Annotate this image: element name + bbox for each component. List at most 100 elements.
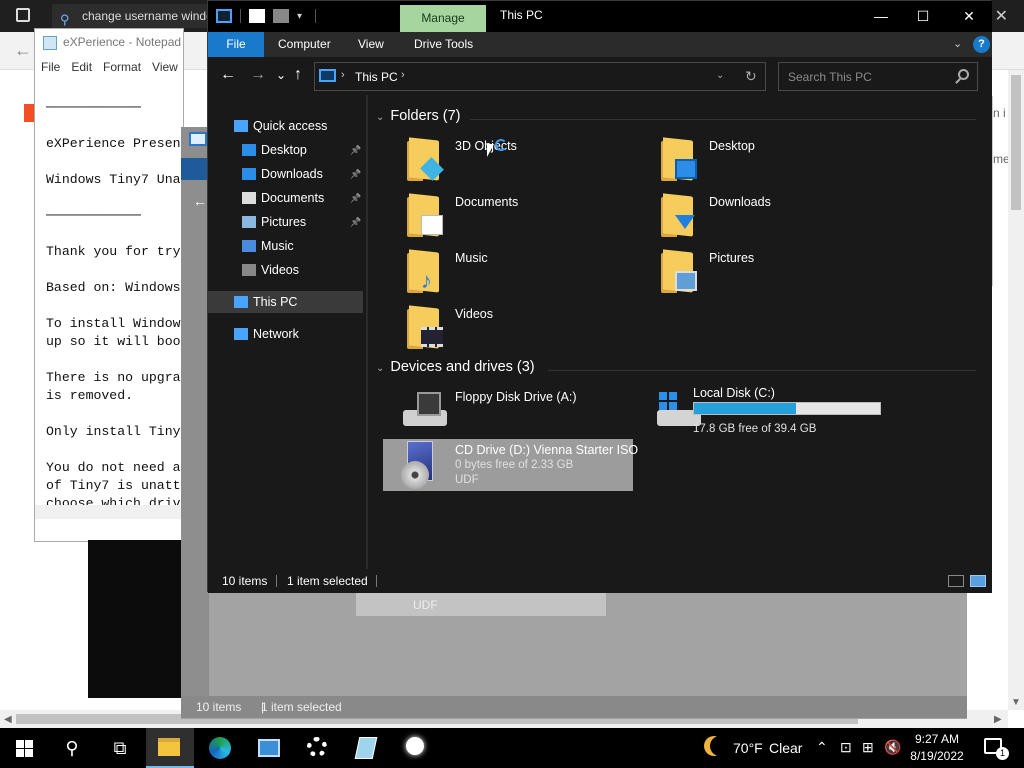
nav-item-downloads[interactable]: Downloads 📌 xyxy=(208,163,363,185)
folder-3d-objects[interactable]: 3D Objects xyxy=(383,131,633,183)
notepad-line: is removed. xyxy=(46,388,134,403)
scroll-right-arrow-icon[interactable]: ▶ xyxy=(994,714,1002,725)
address-chevron-end-icon[interactable]: › xyxy=(401,69,405,81)
folder-downloads[interactable]: Downloads xyxy=(637,187,887,239)
tab-view[interactable]: View xyxy=(358,32,384,57)
address-bar[interactable]: › This PC › ⌄ ↻ xyxy=(314,62,766,91)
content-scrollbar[interactable] xyxy=(986,95,992,569)
nav-item-music[interactable]: Music xyxy=(208,235,363,257)
notepad-hscrollbar[interactable] xyxy=(35,505,183,519)
camera-icon[interactable]: ⊡ xyxy=(840,739,852,756)
notepad-line xyxy=(46,351,181,369)
notepad-menubar: File Edit Format View H xyxy=(41,60,183,74)
search-icon[interactable] xyxy=(958,69,969,80)
pin-icon: 📌 xyxy=(350,169,362,179)
scroll-down-arrow-icon[interactable]: ▼ xyxy=(1011,697,1021,708)
customize-toolbar-icon[interactable]: ▾ xyxy=(297,11,307,22)
folder-pictures[interactable]: Pictures xyxy=(637,243,887,295)
weather-condition[interactable]: Clear xyxy=(769,740,802,756)
notepad-menu-file[interactable]: File xyxy=(41,60,60,74)
notepad-menu-view[interactable]: View xyxy=(152,60,178,74)
address-chevron-icon[interactable]: › xyxy=(341,69,345,81)
nav-item-pictures[interactable]: Pictures 📌 xyxy=(208,211,363,233)
nav-item-label: Documents xyxy=(261,191,325,205)
address-path[interactable]: This PC xyxy=(355,70,398,84)
help-icon[interactable]: ? xyxy=(973,36,990,53)
ghost-statusbar: 10 items | 1 item selected xyxy=(181,696,967,718)
address-dropdown-icon[interactable]: ⌄ xyxy=(716,70,724,81)
search-placeholder[interactable]: Search This PC xyxy=(788,70,872,84)
nav-item-videos[interactable]: Videos xyxy=(208,259,363,281)
notepad-text-area[interactable]: ──────────── eXPerience Presen Windows Tin… xyxy=(46,99,181,513)
moon-icon[interactable] xyxy=(710,736,730,756)
refresh-icon[interactable]: ↻ xyxy=(745,68,757,85)
taskbar: ⚲ ⧉ 70°F Clear ⌃ ⊡ ⊞ 🔇 9:27 AM 8/19/2022… xyxy=(0,728,1024,768)
show-hidden-icons-icon[interactable]: ⌃ xyxy=(816,739,828,756)
folder-videos[interactable]: Videos xyxy=(383,299,633,351)
taskbar-search-button[interactable]: ⚲ xyxy=(48,728,96,768)
notepad-line: ──────────── xyxy=(46,100,141,115)
drive-label: Local Disk (C:) xyxy=(693,386,775,400)
drives-group-header[interactable]: ⌄ Devices and drives (3) xyxy=(376,359,535,375)
notepad-menu-format[interactable]: Format xyxy=(103,60,141,74)
start-button[interactable] xyxy=(0,728,48,768)
cd-drive-icon xyxy=(401,441,437,489)
browser-back-icon[interactable]: ← xyxy=(14,40,32,61)
clock[interactable]: 9:27 AM 8/19/2022 xyxy=(906,731,968,765)
tiles-view-button[interactable] xyxy=(970,575,986,587)
windows-logo-icon xyxy=(16,740,33,757)
notepad-window[interactable]: eXPerience - Notepad File Edit Format Vi… xyxy=(34,28,184,542)
scroll-left-arrow-icon[interactable]: ◀ xyxy=(4,714,12,725)
drive-floppy-a[interactable]: Floppy Disk Drive (A:) xyxy=(383,382,633,434)
explorer-titlebar[interactable]: ▾ Manage This PC — ☐ ✕ xyxy=(208,1,992,32)
expand-ribbon-icon[interactable]: ⌄ xyxy=(953,37,962,50)
drive-cd-d[interactable]: CD Drive (D:) Vienna Starter ISO 0 bytes… xyxy=(383,439,638,491)
notepad-menu-edit[interactable]: Edit xyxy=(71,60,92,74)
folder-music[interactable]: ♪ Music xyxy=(383,243,633,295)
back-button[interactable]: ← xyxy=(220,66,236,84)
status-bar: 10 items 1 item selected xyxy=(208,569,992,593)
control-panel-icon xyxy=(258,739,280,757)
manage-tab[interactable]: Manage xyxy=(400,5,486,32)
forward-button[interactable]: → xyxy=(250,66,266,84)
collapse-chevron-icon[interactable]: ⌄ xyxy=(376,363,384,374)
nav-item-desktop[interactable]: Desktop 📌 xyxy=(208,139,363,161)
tab-computer[interactable]: Computer xyxy=(278,32,331,57)
pictures-icon xyxy=(242,216,256,228)
folders-group-header[interactable]: ⌄ Folders (7) xyxy=(376,108,461,124)
computer-icon[interactable] xyxy=(216,9,232,23)
collapse-chevron-icon[interactable]: ⌄ xyxy=(376,112,384,123)
nav-item-network[interactable]: Network xyxy=(208,323,363,345)
recent-locations-button[interactable]: ⌄ xyxy=(276,68,286,82)
minimize-button[interactable]: — xyxy=(858,5,904,27)
notification-badge: 1 xyxy=(996,747,1009,760)
new-folder-icon[interactable] xyxy=(273,9,289,23)
close-button[interactable]: ✕ xyxy=(946,5,992,27)
nav-item-quick-access[interactable]: Quick access xyxy=(208,115,363,137)
folder-documents[interactable]: Documents xyxy=(383,187,633,239)
browser-scroll-thumb[interactable] xyxy=(1011,75,1021,210)
tab-file[interactable]: File xyxy=(208,32,264,57)
volume-muted-icon[interactable]: 🔇 xyxy=(884,739,901,756)
folder-desktop[interactable]: Desktop xyxy=(637,131,887,183)
nav-item-this-pc[interactable]: This PC xyxy=(208,291,363,313)
details-view-button[interactable] xyxy=(948,575,964,587)
notepad-line: Based on: Windows xyxy=(46,280,181,295)
notepad-line xyxy=(46,297,181,315)
tab-drive-tools[interactable]: Drive Tools xyxy=(414,32,473,57)
tab-actions-icon[interactable] xyxy=(16,8,30,22)
up-button[interactable]: ↑ xyxy=(294,66,302,84)
ghost-back-icon: ← xyxy=(193,193,207,209)
properties-icon[interactable] xyxy=(249,9,265,23)
notepad-line: ──────────── xyxy=(46,208,141,223)
search-box[interactable]: Search This PC xyxy=(778,62,978,91)
videos-icon xyxy=(242,264,256,276)
file-explorer-window[interactable]: ▾ Manage This PC — ☐ ✕ File Computer Vie… xyxy=(207,0,992,593)
browser-tab[interactable]: ⚲ change username windows xyxy=(52,4,212,28)
maximize-button[interactable]: ☐ xyxy=(900,5,946,27)
task-view-button[interactable]: ⧉ xyxy=(96,728,144,768)
browser-close-icon[interactable]: ✕ xyxy=(995,6,1008,26)
weather-temp[interactable]: 70°F xyxy=(733,740,763,756)
network-tray-icon[interactable]: ⊞ xyxy=(862,739,874,756)
nav-item-documents[interactable]: Documents 📌 xyxy=(208,187,363,209)
